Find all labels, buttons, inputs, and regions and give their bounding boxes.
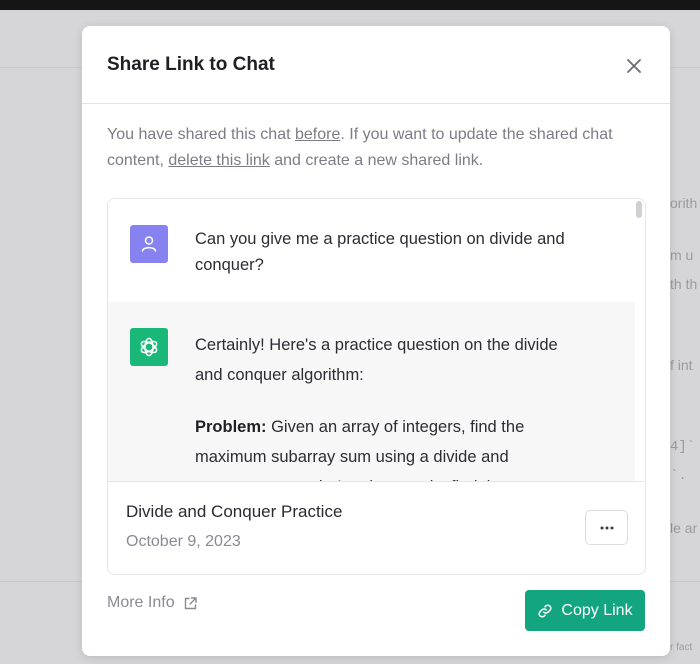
- background-text: 4]`: [670, 439, 696, 455]
- chat-footer: Divide and Conquer Practice October 9, 2…: [108, 481, 645, 574]
- close-button[interactable]: [620, 52, 648, 80]
- dialog-title: Share Link to Chat: [107, 54, 275, 75]
- assistant-problem: Problem: Given an array of integers, fin…: [195, 418, 525, 481]
- close-icon: [627, 59, 641, 73]
- dialog-description: You have shared this chat before. If you…: [107, 126, 613, 169]
- background-text: m u: [670, 247, 694, 263]
- delete-link[interactable]: delete this link: [168, 152, 269, 169]
- assistant-avatar: [130, 328, 168, 366]
- assistant-intro: Certainly! Here's a practice question on…: [195, 336, 558, 384]
- more-options-button[interactable]: [585, 510, 628, 545]
- chat-preview: Can you give me a practice question on d…: [107, 198, 646, 575]
- user-avatar: [130, 225, 168, 263]
- copy-link-button[interactable]: Copy Link: [525, 590, 645, 631]
- chat-title: Divide and Conquer Practice: [126, 502, 343, 521]
- openai-logo-icon: [140, 337, 158, 357]
- user-message: Can you give me a practice question on d…: [108, 199, 645, 302]
- more-info-link[interactable]: More Info: [107, 594, 198, 612]
- before-link[interactable]: before: [295, 126, 340, 143]
- background-text: le ar: [670, 520, 698, 536]
- scrollbar-thumb[interactable]: [636, 201, 642, 218]
- conversation-scroll[interactable]: Can you give me a practice question on d…: [108, 199, 645, 481]
- user-icon: [141, 236, 157, 252]
- background-text: r fact: [670, 642, 693, 653]
- more-dots-icon: [600, 526, 613, 529]
- assistant-message-text: Certainly! Here's a practice question on…: [195, 330, 565, 481]
- external-link-icon: [184, 596, 197, 609]
- chat-date: October 9, 2023: [126, 533, 241, 550]
- background-text: f int: [670, 357, 693, 373]
- link-icon: [538, 603, 552, 618]
- user-message-text: Can you give me a practice question on d…: [195, 230, 565, 274]
- share-link-dialog: Share Link to Chat You have shared this …: [82, 26, 670, 656]
- dialog-header: Share Link to Chat: [82, 26, 670, 104]
- background-text: `.: [670, 468, 687, 484]
- top-bar: [0, 0, 700, 10]
- background-text: th th: [670, 276, 698, 292]
- background-text: orith: [670, 195, 698, 211]
- assistant-message: Certainly! Here's a practice question on…: [108, 302, 635, 481]
